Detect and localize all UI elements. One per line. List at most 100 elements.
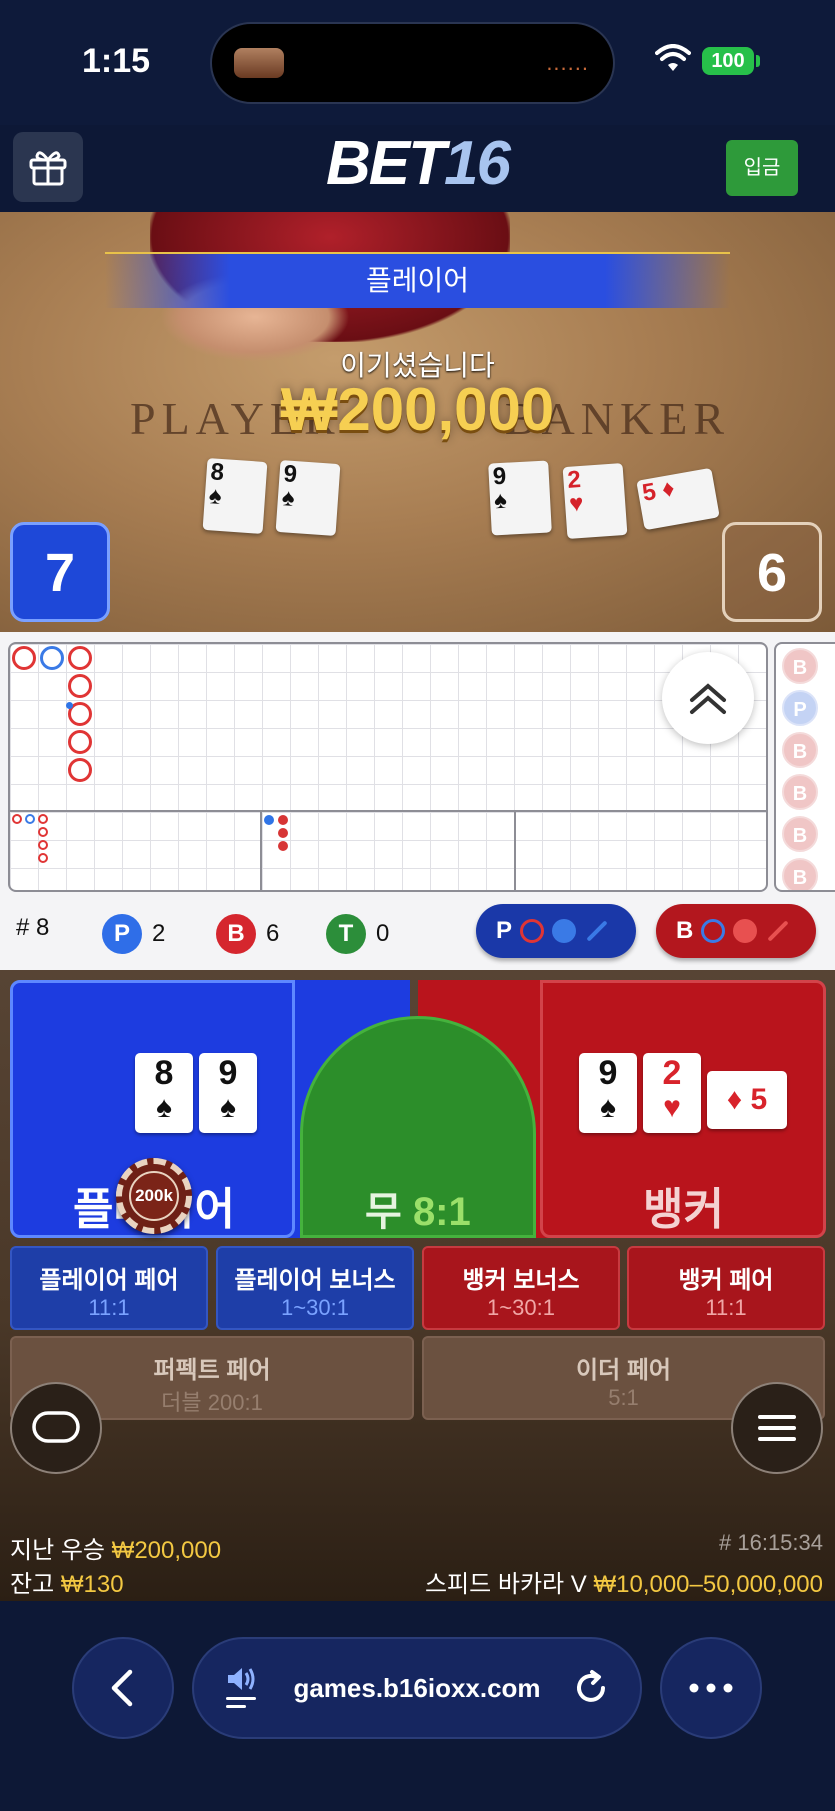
- big-eye-predict-icon: [520, 919, 545, 943]
- small-road-mark: [264, 815, 274, 825]
- tie-count: T0: [326, 914, 389, 954]
- video-player-card-1: 8 ♠: [202, 457, 268, 535]
- battery-indicator: 100: [702, 47, 754, 75]
- grid-divider: [260, 810, 262, 890]
- bet16-logo: BET16: [0, 128, 835, 199]
- card-suit: ♠: [156, 1091, 172, 1124]
- video-banker-card-3: 5 ♦: [636, 467, 720, 531]
- bead-item: B: [782, 816, 818, 852]
- big-road-grid[interactable]: [8, 642, 768, 892]
- bead-road[interactable]: B P B B B B: [774, 642, 835, 892]
- bead-item: P: [782, 690, 818, 726]
- round-id: # 16:15:34: [719, 1530, 823, 1555]
- round-number: # 8: [16, 914, 50, 941]
- predict-banker-button[interactable]: B: [656, 904, 816, 958]
- round-counts: # 8 P2 B6 T0 P B: [0, 902, 835, 958]
- url-text: games.b16ioxx.com: [293, 1672, 541, 1703]
- tie-count-value: 0: [376, 920, 390, 947]
- placed-chip[interactable]: 200k: [116, 1158, 192, 1234]
- predict-player-button[interactable]: P: [476, 904, 636, 958]
- card-suit: ♠: [600, 1091, 616, 1124]
- logo-text: BET: [326, 129, 446, 198]
- road-mark: [12, 646, 36, 670]
- side-bet-odds: 1~30:1: [487, 1295, 555, 1320]
- big-eye-mark: [25, 814, 35, 824]
- player-letter: P: [102, 914, 142, 954]
- dynamic-island: ......: [210, 22, 615, 104]
- chat-button[interactable]: [10, 1382, 102, 1474]
- grid-divider: [10, 810, 766, 812]
- banker-bet-spot[interactable]: 9 ♠ 2 ♥ ♦ 5 뱅커: [540, 980, 826, 1238]
- table-info: 스피드 바카라 V ₩10,000–50,000,000: [425, 1564, 823, 1599]
- road-mark: [40, 646, 64, 670]
- gift-icon: [29, 151, 67, 186]
- cockroach-predict-icon: [767, 920, 789, 942]
- road-tie-mark: [66, 702, 73, 709]
- chip-value: 200k: [129, 1171, 179, 1221]
- banker-letter: B: [216, 914, 256, 954]
- player-count: P2: [102, 914, 165, 954]
- side-bet-odds: 11:1: [705, 1295, 747, 1320]
- bead-item: B: [782, 732, 818, 768]
- video-banker-card-2: 2 ♥: [562, 462, 628, 540]
- side-bet-label: 플레이어 페어: [39, 1267, 179, 1294]
- tie-bet-label: 무 8:1: [365, 1179, 471, 1237]
- expand-roadmap-button[interactable]: [662, 652, 754, 744]
- menu-icon: [758, 1415, 796, 1441]
- live-video: PLAYER BANKER 플레이어 이기셨습니다 ₩200,000 8 ♠ 9 ♠…: [0, 212, 835, 632]
- banker-card-1: 9 ♠: [579, 1053, 637, 1133]
- back-button[interactable]: [72, 1637, 174, 1739]
- side-bet-label: 뱅커 페어: [678, 1267, 774, 1294]
- bead-item: B: [782, 648, 818, 684]
- roadmap-panel: B P B B B B # 8 P2 B6 T0 P B: [0, 632, 835, 970]
- small-road-predict-icon: [733, 919, 758, 943]
- card-rank: 5: [640, 477, 659, 507]
- gift-button[interactable]: [13, 132, 83, 202]
- big-eye-mark: [38, 814, 48, 824]
- predict-banker-label: B: [676, 917, 694, 944]
- player-card-2: 9 ♠: [199, 1053, 257, 1133]
- side-bet-label: 플레이어 보너스: [234, 1267, 396, 1294]
- road-mark: [68, 646, 92, 670]
- player-card-1: 8 ♠: [135, 1053, 193, 1133]
- player-score: 7: [10, 522, 110, 622]
- win-amount: ₩200,000: [280, 376, 555, 443]
- small-road-mark: [278, 828, 288, 838]
- last-win: 지난 우승 ₩200,000: [10, 1530, 221, 1565]
- player-pair-bet[interactable]: 플레이어 페어 11:1: [10, 1246, 208, 1330]
- banker-count-value: 6: [266, 920, 280, 947]
- road-mark: [68, 758, 92, 782]
- balance-amount: ₩130: [60, 1571, 124, 1598]
- card-rank: 2: [662, 1054, 682, 1092]
- address-bar[interactable]: games.b16ioxx.com: [192, 1637, 642, 1739]
- bead-item: B: [782, 858, 818, 890]
- player-bonus-bet[interactable]: 플레이어 보너스 1~30:1: [216, 1246, 414, 1330]
- banker-pair-bet[interactable]: 뱅커 페어 11:1: [627, 1246, 825, 1330]
- road-mark: [68, 730, 92, 754]
- status-bar: 1:15 ...... 100: [0, 0, 835, 125]
- big-eye-predict-icon: [701, 919, 726, 943]
- balance: 잔고 ₩130: [10, 1564, 124, 1599]
- menu-button[interactable]: [731, 1382, 823, 1474]
- more-button[interactable]: [660, 1637, 762, 1739]
- video-banker-card-1: 9 ♠: [488, 460, 552, 536]
- speaker-icon[interactable]: [224, 1665, 262, 1711]
- cockroach-predict-icon: [586, 920, 608, 942]
- card-suit: ♦: [659, 474, 677, 504]
- card-suit: ♠: [493, 486, 508, 515]
- tie-bet-spot[interactable]: 무 8:1: [300, 1016, 536, 1238]
- deposit-button[interactable]: 입금: [726, 140, 798, 196]
- card-suit: ♦: [726, 1083, 743, 1116]
- banker-bonus-bet[interactable]: 뱅커 보너스 1~30:1: [422, 1246, 620, 1330]
- card-rank: 9: [598, 1054, 618, 1092]
- card-suit: ♥: [663, 1091, 681, 1124]
- battery-tip: [756, 55, 760, 67]
- video-player-card-2: 9 ♠: [275, 459, 341, 537]
- banker-count: B6: [216, 914, 279, 954]
- status-time: 1:15: [82, 42, 151, 80]
- reload-icon[interactable]: [572, 1669, 610, 1707]
- small-road-predict-icon: [552, 919, 577, 943]
- last-win-amount: ₩200,000: [111, 1537, 222, 1564]
- card-suit: ♥: [568, 489, 585, 518]
- big-eye-mark: [38, 840, 48, 850]
